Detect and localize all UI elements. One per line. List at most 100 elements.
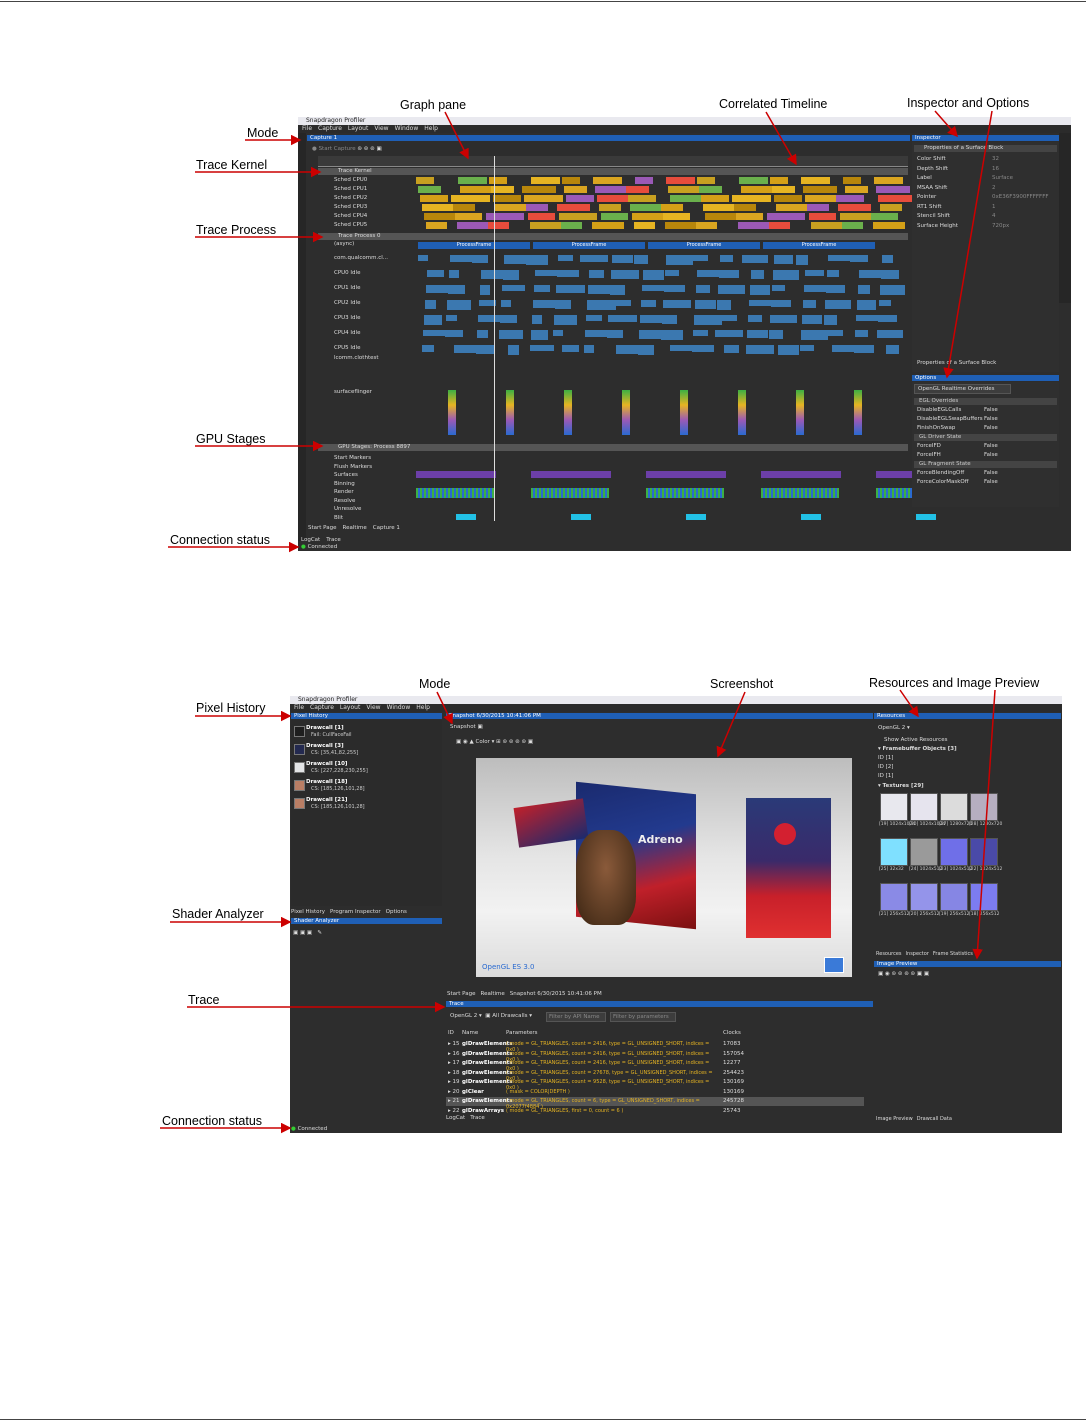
kernel-slice[interactable] [453,204,475,211]
menu-item-capture[interactable]: Capture [318,125,342,132]
cpu-idle-block[interactable] [427,270,444,277]
kernel-slice[interactable] [696,222,717,229]
cpu-idle-block[interactable] [800,345,814,351]
cpu-idle-block[interactable] [803,300,816,308]
cpu-idle-block[interactable] [477,330,488,338]
kernel-slice[interactable] [703,204,736,211]
snapshot-tab[interactable]: Start Page [447,991,476,997]
kernel-slice[interactable] [845,186,868,193]
framebuffer-item[interactable]: ID [2] [878,764,893,770]
kernel-slice[interactable] [562,177,580,184]
image-preview-header[interactable]: Image Preview [874,961,1061,967]
surfaceflinger-block[interactable] [564,390,572,435]
image-preview-tab[interactable]: Drawcall Data [917,1116,952,1122]
cpu-idle-block[interactable] [446,315,457,321]
cpu-idle-block[interactable] [638,345,654,355]
kernel-slice[interactable] [836,195,864,202]
gpu-surface-block[interactable] [761,471,841,478]
cpu-idle-block[interactable] [774,255,793,264]
option-section-header[interactable]: GL Driver State [914,434,1057,441]
cpu-idle-block[interactable] [662,315,677,324]
cpu-idle-block[interactable] [854,345,874,353]
kernel-slice[interactable] [561,222,582,229]
process-frame-bar[interactable]: ProcessFrame [533,242,645,249]
surfaceflinger-block[interactable] [506,390,514,435]
menu-item-window[interactable]: Window [395,125,419,132]
kernel-slice[interactable] [661,204,683,211]
log-tab[interactable]: LogCat [301,537,320,543]
kernel-slice[interactable] [528,213,555,220]
kernel-slice[interactable] [458,177,487,184]
kernel-slice[interactable] [601,213,628,220]
cpu-idle-block[interactable] [445,330,463,337]
kernel-slice[interactable] [666,177,695,184]
texture-thumbnail[interactable] [880,883,908,911]
kernel-slice[interactable] [807,204,829,211]
kernel-slice[interactable] [526,204,548,211]
cpu-idle-block[interactable] [534,285,550,292]
kernel-slice[interactable] [842,222,863,229]
kernel-slice[interactable] [564,186,587,193]
kernel-slice[interactable] [697,177,715,184]
kernel-slice[interactable] [451,195,490,202]
option-section-header[interactable]: GL Fragment State [914,461,1057,468]
menu-item-help[interactable]: Help [424,125,438,132]
cpu-idle-block[interactable] [855,330,868,337]
kernel-slice[interactable] [592,222,624,229]
log-tab[interactable]: LogCat [446,1115,465,1121]
pixel-history-title[interactable]: Drawcall [18] [306,779,347,785]
gpu-render-block[interactable] [761,488,839,498]
cpu-idle-block[interactable] [827,270,839,277]
kernel-slice[interactable] [738,222,770,229]
gpu-blit-block[interactable] [916,514,936,520]
kernel-slice[interactable] [741,186,775,193]
menu-item-window[interactable]: Window [387,704,411,711]
surfaceflinger-block[interactable] [622,390,630,435]
cpu-idle-block[interactable] [715,330,743,337]
kernel-slice[interactable] [486,213,524,220]
cpu-idle-block[interactable] [826,285,845,293]
surfaceflinger-block[interactable] [448,390,456,435]
kernel-slice[interactable] [811,222,843,229]
kernel-slice[interactable] [876,186,910,193]
texture-thumbnail[interactable] [940,838,968,866]
kernel-slice[interactable] [626,186,649,193]
cpu-idle-block[interactable] [553,330,563,336]
cpu-idle-block[interactable] [664,285,685,292]
kernel-slice[interactable] [522,186,556,193]
cpu-idle-block[interactable] [640,315,662,323]
cpu-idle-block[interactable] [450,255,473,262]
snapshot-header[interactable]: Snapshot 6/30/2015 10:41:06 PM [446,713,873,719]
cpu-idle-block[interactable] [724,345,739,353]
gpu-render-block[interactable] [646,488,724,498]
cpu-idle-block[interactable] [418,255,428,261]
kernel-slice[interactable] [566,195,594,202]
kernel-slice[interactable] [524,195,563,202]
kernel-slice[interactable] [495,204,528,211]
cpu-idle-block[interactable] [480,285,490,295]
cpu-idle-block[interactable] [718,285,745,294]
kernel-slice[interactable] [880,204,902,211]
options-header[interactable]: Options [912,375,1059,381]
inspector-header[interactable]: Inspector [912,135,1059,141]
kernel-slice[interactable] [493,195,521,202]
cpu-idle-block[interactable] [695,300,716,309]
texture-thumbnail[interactable] [940,883,968,911]
kernel-slice[interactable] [457,222,489,229]
trace-process-header[interactable]: Trace Process 0 [318,233,908,240]
cpu-idle-block[interactable] [750,285,770,295]
cpu-idle-block[interactable] [558,255,573,261]
cpu-idle-block[interactable] [526,255,548,265]
kernel-slice[interactable] [593,177,622,184]
kernel-slice[interactable] [665,222,697,229]
kernel-slice[interactable] [630,204,663,211]
surfaceflinger-block[interactable] [854,390,862,435]
snapshot-tab[interactable]: Snapshot 6/30/2015 10:41:06 PM [510,991,602,997]
cpu-idle-block[interactable] [877,330,903,338]
cpu-idle-block[interactable] [858,285,870,294]
capture-tab-header[interactable]: Capture 1 [307,135,910,141]
kernel-slice[interactable] [635,177,653,184]
texture-thumbnail[interactable] [880,838,908,866]
gpu-stages-header[interactable]: GPU Stages: Process 8897 [318,444,908,451]
bottom-tab[interactable]: Start Page [308,525,337,531]
